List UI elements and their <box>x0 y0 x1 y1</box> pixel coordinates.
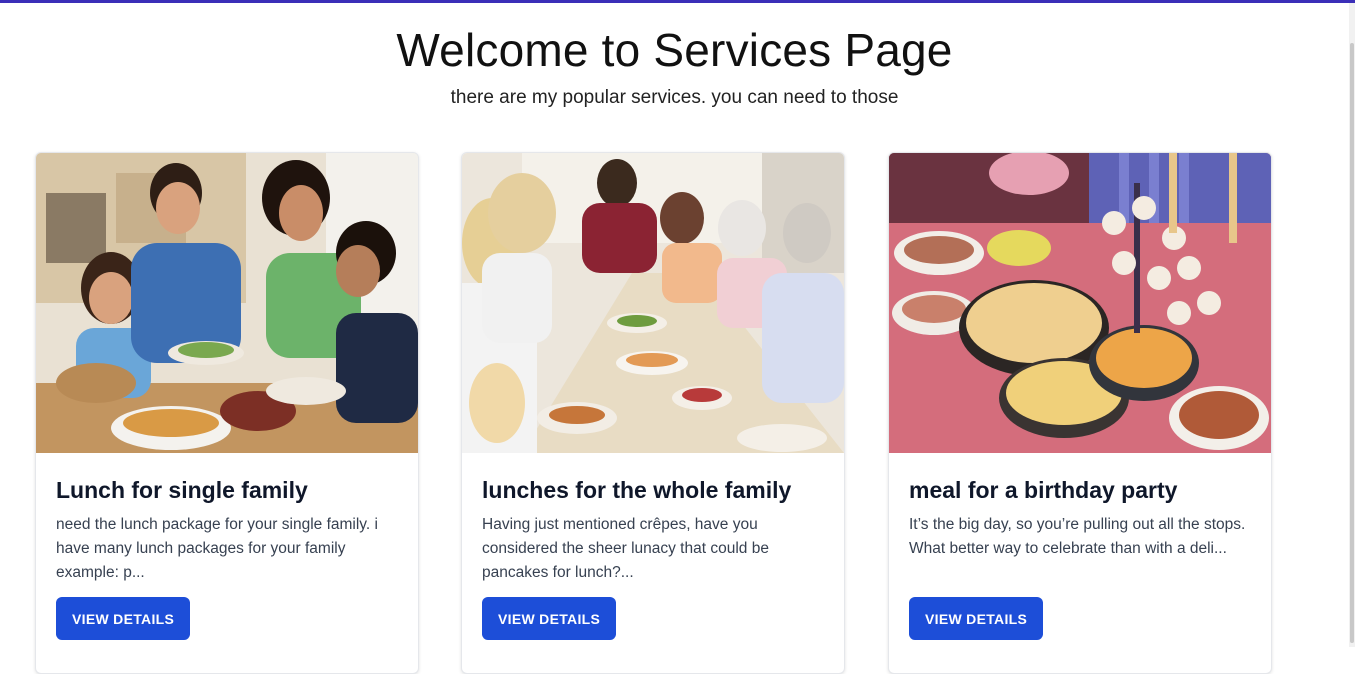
service-card-title: Lunch for single family <box>56 477 308 503</box>
service-image-family-lunch <box>36 153 418 453</box>
view-details-button[interactable]: VIEW DETAILS <box>482 597 617 640</box>
service-card-description: need the lunch package for your single f… <box>56 516 378 581</box>
page-scrollbar[interactable] <box>1349 3 1355 647</box>
view-details-button[interactable]: VIEW DETAILS <box>56 597 191 640</box>
service-card-description: Having just mentioned crêpes, have you c… <box>482 516 769 581</box>
service-card-title: lunches for the whole family <box>482 477 792 503</box>
service-image-birthday-party <box>889 153 1271 453</box>
page-subtitle: there are my popular services. you can n… <box>450 87 899 108</box>
top-accent-bar <box>0 0 1355 3</box>
page-header: Welcome to Services Page there are my po… <box>0 22 1349 110</box>
service-card-1: Lunch for single family need the lunch p… <box>35 152 419 674</box>
service-card-description: It’s the big day, so you’re pulling out … <box>909 516 1246 557</box>
page-title: Welcome to Services Page <box>396 24 953 76</box>
view-details-button[interactable]: VIEW DETAILS <box>909 597 1044 640</box>
scrollbar-thumb[interactable] <box>1350 43 1354 643</box>
service-card-title: meal for a birthday party <box>909 477 1178 503</box>
service-image-whole-family <box>462 153 844 453</box>
service-card-3: meal for a birthday party It’s the big d… <box>888 152 1272 674</box>
service-card-2: lunches for the whole family Having just… <box>461 152 845 674</box>
